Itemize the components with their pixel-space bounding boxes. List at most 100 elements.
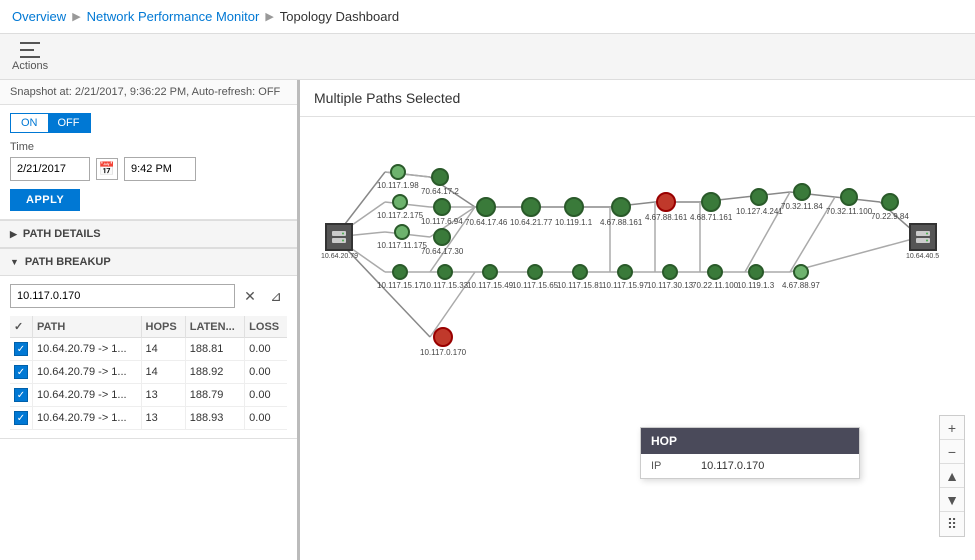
node-label: 10.119.1.3: [737, 282, 774, 291]
server-node[interactable]: 10.64.40.5: [906, 223, 939, 261]
row-checkbox[interactable]: ✓: [14, 365, 28, 379]
network-node[interactable]: 10.117.15.17: [377, 264, 423, 291]
node-label: 10.117.1.98: [377, 182, 419, 191]
node-label: 70.64.17.30: [421, 248, 463, 257]
zoom-controls: + − ▲ ▼ ⠿: [939, 415, 965, 537]
row-path: 10.64.20.79 -> 1...: [33, 384, 142, 407]
node-label: 10.64.40.5: [906, 253, 939, 261]
node-label: 4.68.71.161: [690, 214, 732, 223]
table-row[interactable]: ✓ 10.64.20.79 -> 1... 14 188.81 0.00: [10, 338, 287, 361]
node-circle: [431, 168, 449, 186]
breadcrumb-sep-1: ▶: [72, 10, 80, 23]
network-node[interactable]: 10.117.1.98: [377, 164, 419, 191]
node-label: 70.22.9.84: [871, 213, 909, 222]
left-panel: Snapshot at: 2/21/2017, 9:36:22 PM, Auto…: [0, 80, 300, 560]
network-node[interactable]: 70.32.11.84: [781, 183, 823, 212]
node-circle: [433, 198, 451, 216]
row-latency: 188.81: [185, 338, 244, 361]
network-node[interactable]: 10.127.4.241: [736, 188, 783, 217]
network-node[interactable]: 10.117.15.49: [467, 264, 513, 291]
node-label: 10.117.30.13: [647, 282, 693, 291]
network-node[interactable]: 10.64.21.77: [510, 197, 552, 228]
drag-handle[interactable]: ⠿: [940, 512, 964, 536]
network-node[interactable]: 70.64.17.2: [421, 168, 459, 197]
network-node[interactable]: 10.119.1.1: [555, 197, 592, 228]
network-node[interactable]: 4.68.71.161: [690, 192, 732, 223]
calendar-icon[interactable]: 📅: [96, 158, 118, 180]
th-latency: LATEN...: [185, 316, 244, 338]
breadcrumb-overview[interactable]: Overview: [12, 9, 66, 24]
row-checkbox[interactable]: ✓: [14, 342, 28, 356]
network-node[interactable]: 10.117.15.81: [557, 264, 603, 291]
th-hops: HOPS: [141, 316, 185, 338]
zoom-out-button[interactable]: −: [940, 440, 964, 464]
network-node[interactable]: 4.67.88.161: [600, 197, 642, 228]
actions-toolbar: Actions: [0, 34, 975, 80]
time-label: Time: [10, 141, 287, 153]
apply-button[interactable]: APPLY: [10, 189, 80, 211]
table-row[interactable]: ✓ 10.64.20.79 -> 1... 14 188.92 0.00: [10, 361, 287, 384]
network-node[interactable]: 10.117.15.65: [512, 264, 558, 291]
th-loss: LOSS: [245, 316, 287, 338]
node-label: 10.117.2.175: [377, 212, 423, 221]
node-label: 10.64.20.79: [321, 253, 358, 261]
node-label: 10.117.15.65: [512, 282, 558, 291]
date-input[interactable]: [10, 157, 90, 181]
path-breakup-header[interactable]: PATH BREAKUP: [0, 248, 297, 276]
topology-canvas[interactable]: 10.64.20.79 10.117.1.98 10.117.2.175 10.…: [300, 117, 975, 557]
node-label: 70.32.11.100: [826, 208, 872, 217]
hop-popup-value: 10.117.0.170: [701, 460, 764, 472]
node-circle: [476, 197, 496, 217]
toggle-on-button[interactable]: ON: [10, 113, 48, 133]
network-node[interactable]: 70.64.17.30: [421, 228, 463, 257]
row-latency: 188.92: [185, 361, 244, 384]
zoom-in-button[interactable]: +: [940, 416, 964, 440]
node-label: 10.117.0.170: [420, 349, 466, 358]
node-label: 10.117.15.33: [422, 282, 468, 291]
time-input[interactable]: [124, 157, 196, 181]
node-label: 4.67.88.161: [645, 214, 687, 223]
table-row[interactable]: ✓ 10.64.20.79 -> 1... 13 188.79 0.00: [10, 384, 287, 407]
path-breakup-label: PATH BREAKUP: [25, 256, 111, 268]
toggle-row: ON OFF: [10, 113, 287, 133]
snapshot-text: Snapshot at: 2/21/2017, 9:36:22 PM, Auto…: [10, 86, 280, 98]
node-circle: [564, 197, 584, 217]
row-checkbox[interactable]: ✓: [14, 411, 28, 425]
ip-filter-input[interactable]: [10, 284, 235, 308]
network-node[interactable]: 70.32.11.100: [826, 188, 872, 217]
toggle-off-button[interactable]: OFF: [48, 113, 91, 133]
row-hops: 14: [141, 361, 185, 384]
filter-icon[interactable]: ⊿: [265, 285, 287, 307]
paths-table: ✓ PATH HOPS LATEN... LOSS ✓ 10.64.20.79 …: [10, 316, 287, 430]
pan-up-button[interactable]: ▲: [940, 464, 964, 488]
table-header-row: ✓ PATH HOPS LATEN... LOSS: [10, 316, 287, 338]
network-node[interactable]: 10.117.0.170: [420, 327, 466, 358]
network-node[interactable]: 70.22.11.100: [692, 264, 738, 291]
network-node[interactable]: 4.67.88.161: [645, 192, 687, 223]
node-circle: [881, 193, 899, 211]
network-node[interactable]: 10.117.11.175: [377, 224, 427, 251]
row-checkbox[interactable]: ✓: [14, 388, 28, 402]
breadcrumb-npm[interactable]: Network Performance Monitor: [87, 9, 260, 24]
pan-down-button[interactable]: ▼: [940, 488, 964, 512]
server-node[interactable]: 10.64.20.79: [321, 223, 358, 261]
ip-search-row: ✕ ⊿: [10, 284, 287, 308]
network-node[interactable]: 70.22.9.84: [871, 193, 909, 222]
node-label: 4.67.88.161: [600, 219, 642, 228]
table-row[interactable]: ✓ 10.64.20.79 -> 1... 13 188.93 0.00: [10, 407, 287, 430]
network-node[interactable]: 10.117.15.97: [602, 264, 648, 291]
network-node[interactable]: 10.119.1.3: [737, 264, 774, 291]
breadcrumb-sep-2: ▶: [265, 10, 273, 23]
node-circle: [392, 264, 408, 280]
network-node[interactable]: 4.67.88.97: [782, 264, 820, 291]
node-circle: [611, 197, 631, 217]
clear-icon[interactable]: ✕: [239, 285, 261, 307]
network-node[interactable]: 70.64.17.46: [465, 197, 507, 228]
node-label: 10.64.21.77: [510, 219, 552, 228]
network-node[interactable]: 10.117.30.13: [647, 264, 693, 291]
network-node[interactable]: 10.117.2.175: [377, 194, 423, 221]
path-details-header[interactable]: PATH DETAILS: [0, 220, 297, 248]
network-node[interactable]: 10.117.15.33: [422, 264, 468, 291]
network-node[interactable]: 10.117.6.94: [421, 198, 463, 227]
actions-button[interactable]: Actions: [12, 42, 48, 72]
